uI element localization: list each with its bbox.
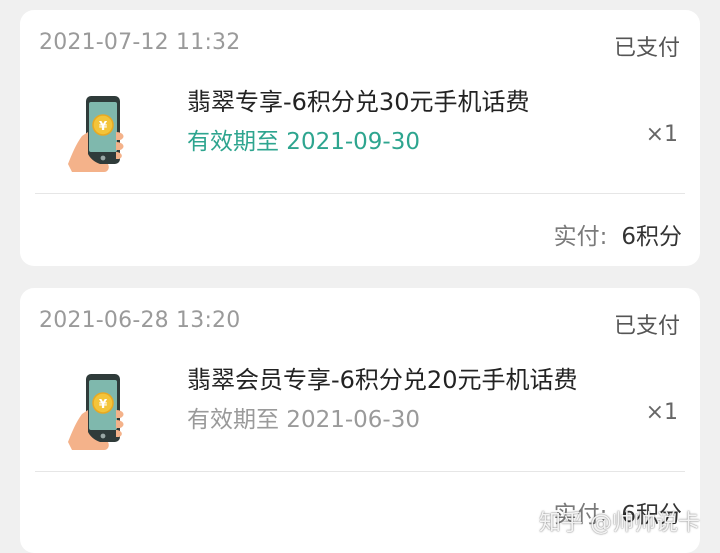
validity-date: 有效期至 2021-06-30 (187, 407, 420, 433)
paid-label: 实付: (553, 224, 608, 250)
order-list: 2021-07-12 11:32 已支付 ¥ 翡翠专享-6积分兑30元手机话费 … (0, 0, 720, 553)
paid-value: 6积分 (621, 224, 682, 250)
svg-text:¥: ¥ (99, 119, 108, 133)
validity-date: 有效期至 2021-09-30 (187, 129, 420, 155)
svg-text:¥: ¥ (99, 397, 108, 411)
paid-amount: 实付: 6积分 (554, 217, 682, 251)
product-title: 翡翠会员专享-6积分兑20元手机话费 (187, 366, 578, 394)
divider (35, 471, 685, 472)
watermark: 知乎 @帅帅说卡 (539, 511, 700, 536)
quantity-label: ×1 (645, 400, 678, 425)
order-status: 已支付 (613, 36, 680, 61)
divider (35, 193, 685, 194)
phone-coin-icon: ¥ (68, 374, 124, 450)
order-card[interactable]: 2021-07-12 11:32 已支付 ¥ 翡翠专享-6积分兑30元手机话费 … (20, 10, 700, 266)
order-status: 已支付 (613, 314, 680, 339)
phone-coin-icon: ¥ (68, 96, 124, 172)
product-title: 翡翠专享-6积分兑30元手机话费 (187, 88, 530, 116)
order-timestamp: 2021-06-28 13:20 (39, 308, 241, 333)
quantity-label: ×1 (645, 122, 678, 147)
order-timestamp: 2021-07-12 11:32 (39, 30, 241, 55)
